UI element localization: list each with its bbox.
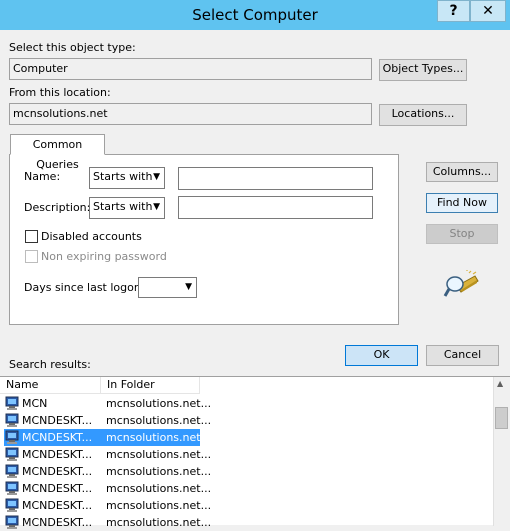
table-row[interactable]: MCNDESKT... mcnsolutions.net... — [4, 480, 211, 497]
table-row[interactable]: MCN mcnsolutions.net... — [4, 395, 211, 412]
description-mode-select[interactable]: Starts with ▼ — [89, 197, 165, 219]
search-results-list[interactable]: Name In Folder MCN mcnsolutions.net... MCN… — [0, 376, 510, 529]
row-name: MCNDESKT... — [22, 448, 93, 461]
table-row[interactable]: MCNDESKT... mcnsolutions.net... — [4, 497, 211, 514]
columns-button[interactable]: Columns... — [426, 162, 498, 182]
table-row[interactable]: MCNDESKT... mcnsolutions.net... — [4, 429, 211, 446]
column-header-in-folder[interactable]: In Folder — [101, 377, 200, 394]
computer-icon — [5, 413, 19, 427]
computer-icon — [5, 481, 19, 495]
help-icon: ? — [449, 3, 458, 19]
row-name: MCNDESKT... — [22, 414, 93, 427]
row-name: MCNDESKT... — [22, 499, 93, 512]
find-now-button[interactable]: Find Now — [426, 193, 498, 213]
computer-icon — [5, 515, 19, 529]
disabled-accounts-label: Disabled accounts — [41, 230, 142, 243]
object-type-field: Computer — [9, 58, 372, 80]
row-in-folder: mcnsolutions.net... — [106, 482, 212, 495]
chevron-down-icon: ▼ — [153, 202, 160, 212]
name-mode-value: Starts with — [93, 170, 153, 183]
row-in-folder: mcnsolutions.net... — [106, 516, 212, 529]
close-icon: ✕ — [482, 3, 494, 19]
vertical-scrollbar[interactable]: ▲ — [493, 377, 510, 526]
disabled-accounts-checkbox[interactable] — [25, 230, 38, 243]
computer-icon — [5, 447, 19, 461]
description-mode-value: Starts with — [93, 200, 153, 213]
row-in-folder: mcnsolutions.net... — [106, 465, 212, 478]
row-name: MCNDESKT... — [22, 431, 93, 444]
scrollbar-thumb[interactable] — [495, 407, 508, 429]
ok-button[interactable]: OK — [345, 345, 418, 366]
chevron-down-icon: ▼ — [185, 282, 192, 292]
tab-common-queries[interactable]: Common Queries — [10, 134, 105, 171]
row-name: MCN — [22, 397, 48, 410]
description-input[interactable] — [178, 196, 373, 219]
row-name: MCNDESKT... — [22, 482, 93, 495]
name-input[interactable] — [178, 167, 373, 190]
name-label: Name: — [24, 170, 61, 183]
days-since-logon-label: Days since last logon: — [24, 281, 145, 294]
table-row[interactable]: MCNDESKT... mcnsolutions.net... — [4, 412, 211, 429]
column-header-name[interactable]: Name — [0, 377, 101, 394]
non-expiring-password-label: Non expiring password — [41, 250, 167, 263]
location-field: mcnsolutions.net — [9, 103, 372, 125]
row-in-folder: mcnsolutions.net... — [106, 499, 212, 512]
scroll-up-arrow-icon[interactable]: ▲ — [497, 379, 503, 388]
table-row[interactable]: MCNDESKT... mcnsolutions.net... — [4, 446, 211, 463]
row-name: MCNDESKT... — [22, 516, 93, 529]
non-expiring-password-checkbox[interactable] — [25, 250, 38, 263]
computer-icon — [5, 430, 19, 444]
row-in-folder: mcnsolutions.net... — [106, 414, 212, 427]
row-in-folder: mcnsolutions.net... — [106, 431, 212, 444]
row-in-folder: mcnsolutions.net... — [106, 397, 212, 410]
description-label: Description: — [24, 201, 91, 214]
help-button[interactable]: ? — [437, 0, 470, 22]
object-types-button[interactable]: Object Types... — [379, 59, 467, 81]
chevron-down-icon: ▼ — [153, 172, 160, 182]
stop-button: Stop — [426, 224, 498, 244]
locations-button[interactable]: Locations... — [379, 104, 467, 126]
row-in-folder: mcnsolutions.net... — [106, 448, 212, 461]
window-title: Select Computer — [192, 6, 318, 24]
search-flashlight-icon — [443, 270, 479, 297]
name-mode-select[interactable]: Starts with ▼ — [89, 167, 165, 189]
close-button[interactable]: ✕ — [470, 0, 506, 22]
days-since-logon-select[interactable]: ▼ — [138, 277, 197, 298]
table-row[interactable]: MCNDESKT... mcnsolutions.net... — [4, 463, 211, 480]
computer-icon — [5, 498, 19, 512]
computer-icon — [5, 396, 19, 410]
location-label: From this location: — [9, 86, 111, 99]
search-results-label: Search results: — [9, 358, 91, 371]
computer-icon — [5, 464, 19, 478]
table-row[interactable]: MCNDESKT... mcnsolutions.net... — [4, 514, 211, 531]
object-type-label: Select this object type: — [9, 41, 136, 54]
cancel-button[interactable]: Cancel — [426, 345, 499, 366]
row-name: MCNDESKT... — [22, 465, 93, 478]
